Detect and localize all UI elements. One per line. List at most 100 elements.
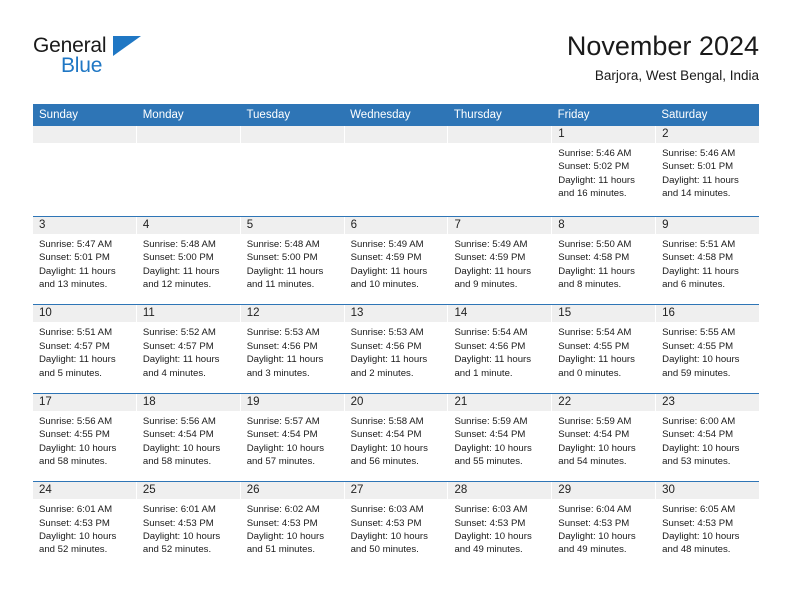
day-number: 8 xyxy=(552,217,656,234)
daylight-text-line1: Daylight: 10 hours xyxy=(39,530,117,542)
day-number: 12 xyxy=(240,305,344,323)
daylight-text-line2: and 49 minutes. xyxy=(454,544,523,556)
sunrise-text: Sunrise: 5:52 AM xyxy=(142,327,216,339)
day-cell-13[interactable]: 13 Sunrise: 5:53 AM Sunset: 4:56 PM Dayligh… xyxy=(344,305,449,393)
day-number: 5 xyxy=(240,217,344,234)
day-cell-17[interactable]: 17 Sunrise: 5:56 AM Sunset: 4:55 PM Dayligh… xyxy=(33,393,137,482)
sunrise-text: Sunrise: 5:47 AM xyxy=(39,239,113,250)
sunset-text: Sunset: 4:54 PM xyxy=(142,429,214,441)
daylight-text-line2: and 2 minutes. xyxy=(350,367,414,379)
daylight-text-line2: and 54 minutes. xyxy=(558,456,627,467)
day-number: 9 xyxy=(656,217,760,234)
day-cell-10[interactable]: 10 Sunrise: 5:51 AM Sunset: 4:57 PM Dayligh… xyxy=(33,305,137,393)
day-number: 24 xyxy=(33,482,136,500)
day-cell-30[interactable]: 30 Sunrise: 6:05 AM Sunset: 4:53 PM Dayligh… xyxy=(656,482,760,570)
sunset-text: Sunset: 4:59 PM xyxy=(350,252,422,264)
day-cell-18[interactable]: 18 Sunrise: 5:56 AM Sunset: 4:54 PM Dayligh… xyxy=(136,393,241,482)
weekday-header-friday: Friday xyxy=(557,109,590,121)
day-sun-info: Sunrise: 5:58 AM Sunset: 4:54 PM Daylight:… xyxy=(345,411,448,469)
day-sun-info: Sunrise: 6:01 AM Sunset: 4:53 PM Daylight:… xyxy=(137,499,240,557)
day-number xyxy=(33,126,136,143)
day-cell-6[interactable]: 6 Sunrise: 5:49 AM Sunset: 4:59 PM Daylight… xyxy=(344,217,449,305)
daylight-text-line2: and 12 minutes. xyxy=(142,279,212,291)
day-cell-5[interactable]: 5 Sunrise: 5:48 AM Sunset: 5:00 PM Daylight… xyxy=(240,217,345,305)
sunrise-text: Sunrise: 6:00 AM xyxy=(662,415,736,427)
daylight-text-line1: Daylight: 11 hours xyxy=(142,265,220,277)
sunrise-text: Sunrise: 6:03 AM xyxy=(454,504,528,516)
day-cell-16[interactable]: 16 Sunrise: 5:55 AM Sunset: 4:55 PM Dayligh… xyxy=(656,305,760,393)
day-cell-empty xyxy=(33,126,137,216)
day-cell-3[interactable]: 3 Sunrise: 5:47 AM Sunset: 5:01 PM Daylight… xyxy=(33,217,137,305)
daylight-text-line2: and 48 minutes. xyxy=(662,544,731,556)
daylight-text-line1: Daylight: 10 hours xyxy=(350,530,428,542)
day-sun-info: Sunrise: 6:03 AM Sunset: 4:53 PM Daylight:… xyxy=(345,499,448,557)
sunrise-text: Sunrise: 5:46 AM xyxy=(558,148,632,159)
daylight-text-line1: Daylight: 10 hours xyxy=(662,354,740,366)
sunset-text: Sunset: 5:00 PM xyxy=(246,252,318,264)
daylight-text-line1: Daylight: 11 hours xyxy=(454,265,532,277)
day-cell-12[interactable]: 12 Sunrise: 5:53 AM Sunset: 4:56 PM Dayligh… xyxy=(240,305,345,393)
daylight-text-line1: Daylight: 11 hours xyxy=(558,174,635,186)
day-cell-22[interactable]: 22 Sunrise: 5:59 AM Sunset: 4:54 PM Dayligh… xyxy=(552,393,657,482)
day-sun-info: Sunrise: 5:53 AM Sunset: 4:56 PM Daylight:… xyxy=(241,322,344,380)
weekday-header-monday: Monday xyxy=(142,109,184,121)
day-cell-26[interactable]: 26 Sunrise: 6:02 AM Sunset: 4:53 PM Dayligh… xyxy=(240,482,345,570)
day-cell-4[interactable]: 4 Sunrise: 5:48 AM Sunset: 5:00 PM Daylight… xyxy=(136,217,241,305)
day-cell-15[interactable]: 15 Sunrise: 5:54 AM Sunset: 4:55 PM Dayligh… xyxy=(552,305,657,393)
day-cell-2[interactable]: 2 Sunrise: 5:46 AM Sunset: 5:01 PM Daylight… xyxy=(656,126,760,216)
day-cell-29[interactable]: 29 Sunrise: 6:04 AM Sunset: 4:53 PM Dayligh… xyxy=(552,482,657,570)
sunset-text: Sunset: 5:01 PM xyxy=(662,161,734,173)
day-cell-28[interactable]: 28 Sunrise: 6:03 AM Sunset: 4:53 PM Dayligh… xyxy=(448,482,553,570)
daylight-text-line1: Daylight: 10 hours xyxy=(142,530,221,542)
daylight-text-line2: and 10 minutes. xyxy=(350,279,419,291)
day-cell-24[interactable]: 24 Sunrise: 6:01 AM Sunset: 4:53 PM Dayligh… xyxy=(33,482,137,570)
day-cell-20[interactable]: 20 Sunrise: 5:58 AM Sunset: 4:54 PM Dayligh… xyxy=(344,393,449,482)
daylight-text-line2: and 51 minutes. xyxy=(246,544,315,556)
sunset-text: Sunset: 4:53 PM xyxy=(350,517,422,529)
day-cell-21[interactable]: 21 Sunrise: 5:59 AM Sunset: 4:54 PM Dayligh… xyxy=(448,393,553,482)
day-number: 6 xyxy=(344,217,448,234)
sunrise-text: Sunrise: 5:48 AM xyxy=(142,239,216,250)
day-cell-19[interactable]: 19 Sunrise: 5:57 AM Sunset: 4:54 PM Dayligh… xyxy=(240,393,345,482)
calendar-week-row: 10 Sunrise: 5:51 AM Sunset: 4:57 PM Dayligh… xyxy=(33,304,760,393)
day-cell-23[interactable]: 23 Sunrise: 6:00 AM Sunset: 4:54 PM Dayligh… xyxy=(656,393,760,482)
day-sun-info: Sunrise: 5:51 AM Sunset: 4:57 PM Daylight:… xyxy=(33,322,136,380)
day-cell-14[interactable]: 14 Sunrise: 5:54 AM Sunset: 4:56 PM Dayligh… xyxy=(448,305,553,393)
day-number: 18 xyxy=(136,393,240,411)
sunrise-text: Sunrise: 5:57 AM xyxy=(246,415,320,427)
day-number: 19 xyxy=(240,393,344,411)
day-cell-1[interactable]: 1 Sunrise: 5:46 AM Sunset: 5:02 PM Daylight… xyxy=(552,126,657,216)
sunset-text: Sunset: 4:53 PM xyxy=(39,517,110,529)
day-cell-11[interactable]: 11 Sunrise: 5:52 AM Sunset: 4:57 PM Dayligh… xyxy=(136,305,241,393)
logo-text-blue: Blue xyxy=(61,54,103,77)
daylight-text-line1: Daylight: 11 hours xyxy=(662,265,739,277)
sunset-text: Sunset: 4:58 PM xyxy=(662,252,734,264)
title-block: November 2024 Barjora, West Bengal, Indi… xyxy=(567,30,759,86)
daylight-text-line2: and 3 minutes. xyxy=(246,367,310,379)
daylight-text-line1: Daylight: 10 hours xyxy=(39,442,117,454)
day-cell-27[interactable]: 27 Sunrise: 6:03 AM Sunset: 4:53 PM Dayligh… xyxy=(344,482,449,570)
sunset-text: Sunset: 4:54 PM xyxy=(246,429,318,441)
day-cell-7[interactable]: 7 Sunrise: 5:49 AM Sunset: 4:59 PM Daylight… xyxy=(448,217,553,305)
sunrise-text: Sunrise: 5:51 AM xyxy=(662,239,736,250)
calendar-weeks: 1 Sunrise: 5:46 AM Sunset: 5:02 PM Daylight… xyxy=(33,126,760,570)
daylight-text-line2: and 58 minutes. xyxy=(142,456,212,467)
day-cell-8[interactable]: 8 Sunrise: 5:50 AM Sunset: 4:58 PM Daylight… xyxy=(552,217,657,305)
sunrise-text: Sunrise: 5:54 AM xyxy=(558,327,632,339)
sunrise-text: Sunrise: 5:56 AM xyxy=(142,415,216,427)
day-cell-25[interactable]: 25 Sunrise: 6:01 AM Sunset: 4:53 PM Dayligh… xyxy=(136,482,241,570)
daylight-text-line2: and 4 minutes. xyxy=(142,367,206,379)
day-number: 30 xyxy=(656,482,760,500)
daylight-text-line1: Daylight: 10 hours xyxy=(662,442,740,454)
sunrise-text: Sunrise: 6:05 AM xyxy=(662,504,736,516)
day-sun-info: Sunrise: 6:01 AM Sunset: 4:53 PM Daylight:… xyxy=(33,499,136,557)
daylight-text-line1: Daylight: 11 hours xyxy=(350,265,428,277)
sunset-text: Sunset: 4:54 PM xyxy=(662,429,734,441)
day-number xyxy=(344,126,448,143)
day-cell-9[interactable]: 9 Sunrise: 5:51 AM Sunset: 4:58 PM Daylight… xyxy=(656,217,760,305)
day-number: 11 xyxy=(136,305,240,323)
generalblue-logo[interactable]: General Blue xyxy=(33,34,163,86)
daylight-text-line2: and 13 minutes. xyxy=(39,279,108,291)
sunset-text: Sunset: 4:53 PM xyxy=(558,517,630,529)
page-title: November 2024 xyxy=(566,31,759,61)
